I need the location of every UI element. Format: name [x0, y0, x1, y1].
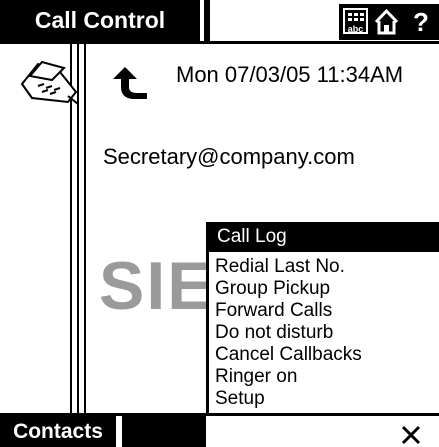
- title-tab: Call Control: [0, 0, 210, 41]
- menu-item-forward-calls[interactable]: Forward Calls: [215, 300, 362, 322]
- svg-text:abc: abc: [348, 24, 364, 34]
- datetime-label: Mon 07/03/05 11:34AM: [176, 62, 404, 87]
- user-address: Secretary@company.com: [103, 144, 355, 169]
- menu-item-cancel-callbacks[interactable]: Cancel Callbacks: [215, 344, 362, 366]
- help-button[interactable]: ?: [403, 4, 439, 40]
- home-icon: [374, 8, 399, 35]
- call-log-menu: Call Log Redial Last No. Group Pickup Fo…: [206, 222, 439, 413]
- bottom-bar-spacer: [122, 416, 206, 447]
- call-log-menu-title: Call Log: [209, 222, 439, 252]
- contacts-button[interactable]: Contacts: [0, 416, 116, 447]
- outgoing-call-arrow-icon: [113, 67, 147, 99]
- menu-item-redial-last-no[interactable]: Redial Last No.: [215, 256, 362, 278]
- page-title: Call Control: [34, 7, 166, 33]
- help-icon: ?: [413, 7, 429, 37]
- menu-item-setup[interactable]: Setup: [215, 388, 362, 410]
- menu-item-ringer-on[interactable]: Ringer on: [215, 366, 362, 388]
- keyboard-abc-icon: abc: [343, 8, 368, 34]
- title-tab-divider: [200, 0, 204, 41]
- menu-item-group-pickup[interactable]: Group Pickup: [215, 278, 362, 300]
- phone-icon: [20, 60, 79, 105]
- logo-watermark: SIE: [99, 248, 215, 324]
- home-button[interactable]: [370, 4, 403, 40]
- bottom-bar: Contacts: [0, 413, 439, 447]
- keyboard-button[interactable]: abc: [339, 4, 372, 40]
- close-icon[interactable]: [398, 422, 424, 447]
- menu-item-do-not-disturb[interactable]: Do not disturb: [215, 322, 362, 344]
- call-log-menu-list: Redial Last No. Group Pickup Forward Cal…: [215, 256, 362, 410]
